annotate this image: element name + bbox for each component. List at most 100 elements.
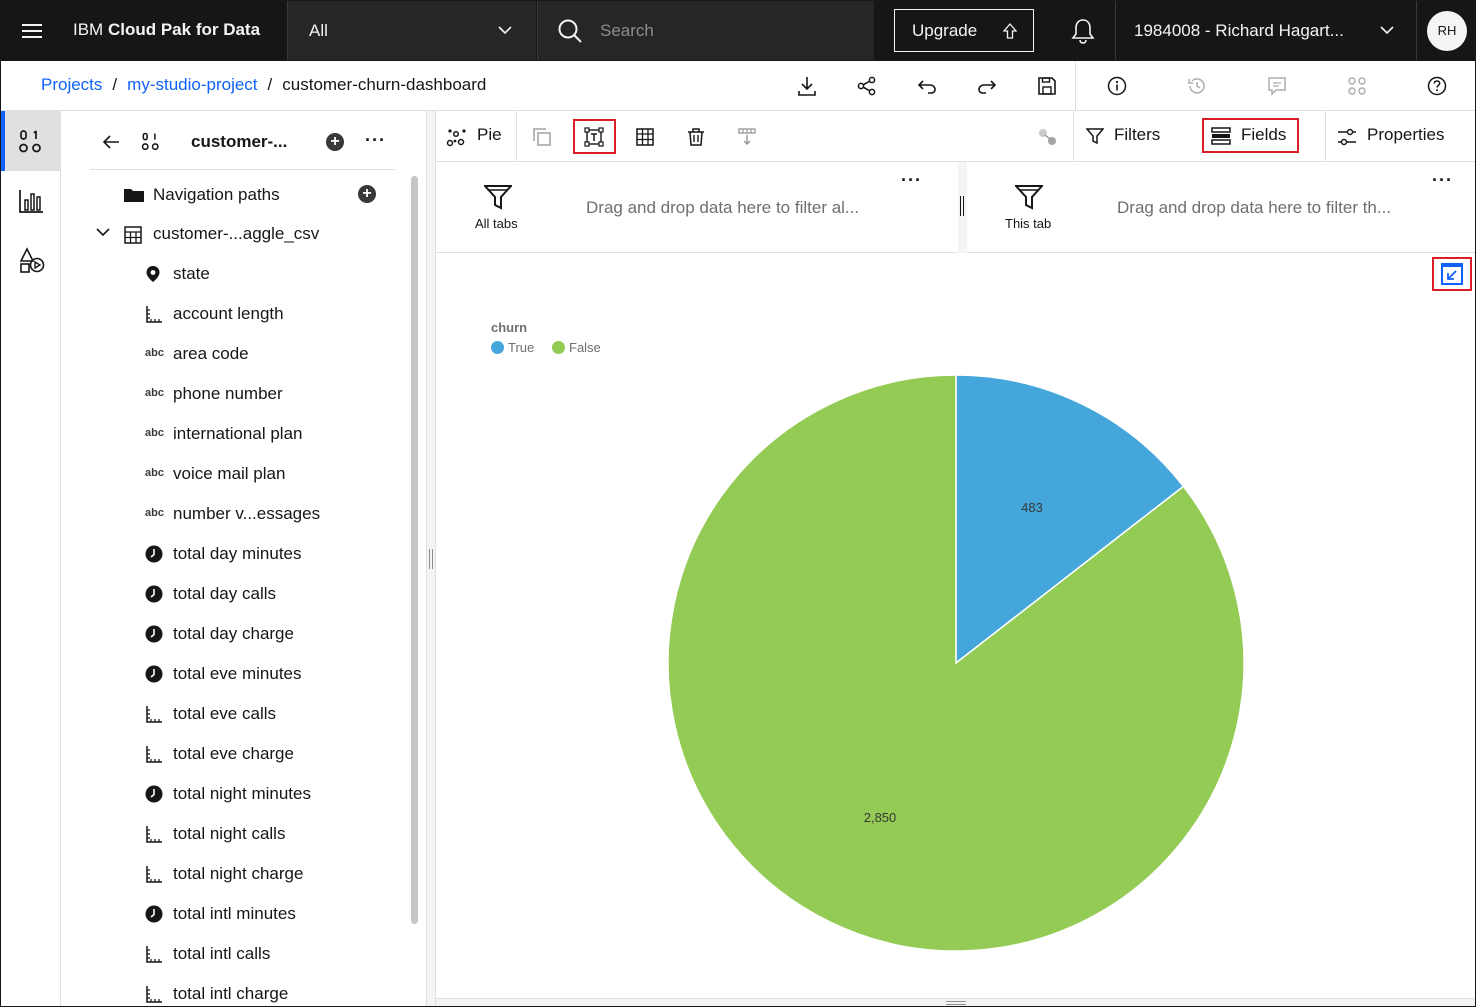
upgrade-label: Upgrade — [912, 21, 978, 40]
global-search[interactable]: Search — [537, 1, 874, 60]
funnel-icon — [484, 184, 512, 210]
properties-sliders-icon[interactable] — [1337, 127, 1357, 147]
connections-icon[interactable] — [1037, 127, 1057, 147]
comments-icon[interactable] — [1266, 75, 1288, 97]
download-icon[interactable] — [796, 75, 818, 97]
measure-icon — [145, 945, 163, 963]
fields-button[interactable]: Fields — [1241, 125, 1286, 145]
field-label: total day calls — [173, 584, 276, 603]
field-row[interactable]: total day charge — [0, 614, 400, 654]
hamburger-menu-icon[interactable] — [20, 21, 44, 41]
field-row[interactable]: total night calls — [0, 814, 400, 854]
scope-dropdown[interactable]: All — [287, 1, 536, 60]
add-navigation-path-icon[interactable]: + — [358, 185, 376, 203]
time-icon — [145, 665, 163, 683]
add-data-icon[interactable]: + — [326, 133, 344, 151]
chart-type-label[interactable]: Pie — [477, 125, 502, 145]
measure-icon — [145, 985, 163, 1003]
navigation-paths-row[interactable]: Navigation paths + — [0, 175, 400, 215]
field-label: total intl charge — [173, 984, 289, 1003]
field-label: total intl minutes — [173, 904, 296, 923]
fields-icon[interactable] — [1211, 126, 1231, 146]
undo-icon[interactable] — [916, 75, 938, 97]
field-label: state — [173, 264, 210, 283]
canvas-resize-bar[interactable] — [436, 998, 1476, 1007]
save-icon[interactable] — [1036, 75, 1058, 97]
share-icon[interactable] — [856, 75, 878, 97]
resize-handle[interactable] — [960, 196, 964, 216]
toolbar-divider — [1325, 111, 1326, 162]
field-label: total night minutes — [173, 784, 311, 803]
field-label: total eve charge — [173, 744, 294, 763]
field-label: total intl calls — [173, 944, 271, 963]
notifications-icon[interactable] — [1071, 18, 1095, 44]
back-arrow-icon[interactable] — [101, 132, 121, 152]
field-row[interactable]: abc voice mail plan — [0, 454, 400, 494]
all-tabs-filter-zone[interactable]: All tabs Drag and drop data here to filt… — [436, 162, 958, 253]
account-switcher[interactable]: 1984008 - Richard Hagart... — [1115, 1, 1416, 60]
data-table-icon[interactable] — [635, 127, 655, 147]
title-text-icon[interactable] — [584, 127, 604, 147]
chevron-down-icon[interactable] — [96, 228, 110, 237]
data-source-icon[interactable] — [18, 129, 44, 155]
field-row[interactable]: total night minutes — [0, 774, 400, 814]
toolbar-divider — [516, 111, 517, 162]
measure-icon — [145, 305, 163, 323]
delete-icon[interactable] — [686, 127, 706, 147]
field-row[interactable]: total day minutes — [0, 534, 400, 574]
this-tab-filter-zone[interactable]: This tab Drag and drop data here to filt… — [967, 162, 1476, 253]
field-row[interactable]: total eve calls — [0, 694, 400, 734]
field-row[interactable]: state — [0, 254, 400, 294]
field-label: total night charge — [173, 864, 304, 883]
folder-icon — [123, 187, 145, 203]
duplicate-icon[interactable] — [532, 127, 552, 147]
table-row[interactable]: customer-...aggle_csv — [0, 214, 400, 254]
field-row[interactable]: total intl charge — [0, 974, 400, 1007]
search-input[interactable]: Search — [600, 21, 654, 41]
all-tabs-label: All tabs — [475, 216, 518, 231]
avatar[interactable]: RH — [1427, 11, 1467, 51]
resize-handle[interactable] — [429, 549, 433, 569]
information-icon[interactable] — [1106, 75, 1128, 97]
field-row[interactable]: total day calls — [0, 574, 400, 614]
field-label: international plan — [173, 424, 303, 443]
field-row[interactable]: abc international plan — [0, 414, 400, 454]
field-row[interactable]: total intl calls — [0, 934, 400, 974]
breadcrumb-separator: / — [112, 75, 118, 94]
filter-icon[interactable] — [1086, 127, 1104, 145]
field-row[interactable]: abc area code — [0, 334, 400, 374]
field-row[interactable]: total night charge — [0, 854, 400, 894]
toolbar-divider — [1073, 111, 1074, 162]
field-row[interactable]: abc phone number — [0, 374, 400, 414]
overflow-menu-icon[interactable]: ··· — [901, 170, 922, 191]
field-row[interactable]: total eve charge — [0, 734, 400, 774]
user-profile[interactable]: RH — [1416, 1, 1475, 60]
field-label: total day charge — [173, 624, 294, 643]
breadcrumb-project[interactable]: my-studio-project — [127, 75, 257, 94]
properties-button[interactable]: Properties — [1367, 125, 1444, 145]
filters-button[interactable]: Filters — [1114, 125, 1160, 145]
version-history-icon[interactable] — [1186, 75, 1208, 97]
panel-scrollbar[interactable] — [411, 176, 418, 924]
overflow-menu-icon[interactable]: ··· — [1432, 170, 1453, 191]
measure-icon — [145, 865, 163, 883]
redo-icon[interactable] — [976, 75, 998, 97]
upgrade-button[interactable]: Upgrade — [894, 9, 1034, 52]
product-name[interactable]: IBM Cloud Pak for Data — [73, 20, 260, 40]
pie-chart-type-icon[interactable] — [446, 126, 468, 148]
field-row[interactable]: account length — [0, 294, 400, 334]
data-source-title: customer-... — [191, 132, 288, 151]
field-row[interactable]: abc number v...essages — [0, 494, 400, 534]
toolbar-divider — [1075, 61, 1076, 111]
drill-down-icon[interactable] — [737, 127, 757, 147]
breadcrumb-projects[interactable]: Projects — [41, 75, 102, 94]
brand-prefix: IBM — [73, 20, 104, 39]
overflow-menu-icon[interactable]: ··· — [365, 130, 386, 151]
data-label-false: 2,850 — [864, 810, 897, 825]
field-row[interactable]: total intl minutes — [0, 894, 400, 934]
data-sources-icon[interactable] — [1346, 75, 1368, 97]
help-icon[interactable] — [1426, 75, 1448, 97]
breadcrumb-separator: / — [267, 75, 273, 94]
field-row[interactable]: total eve minutes — [0, 654, 400, 694]
field-label: number v...essages — [173, 504, 321, 523]
